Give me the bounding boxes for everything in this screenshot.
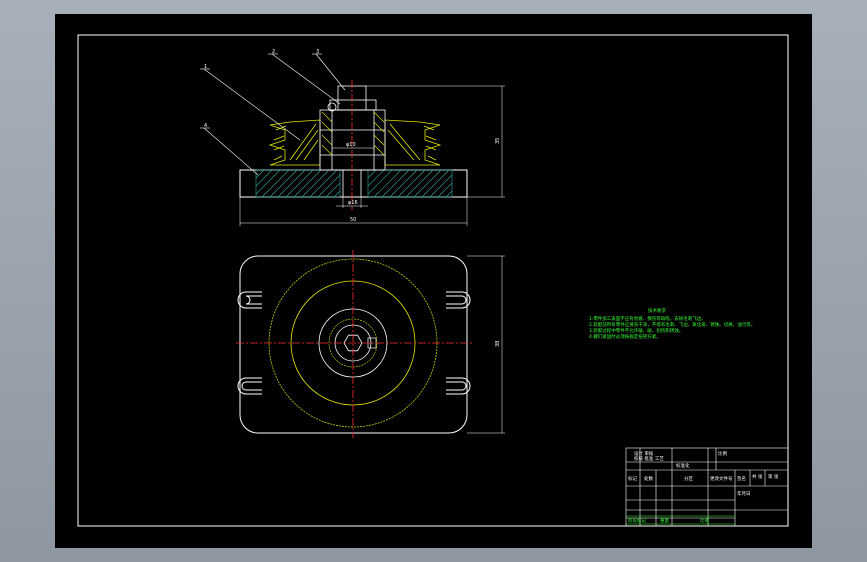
dim-inner: φ10 bbox=[346, 142, 356, 148]
part-number-1: 1 bbox=[204, 64, 207, 70]
dim-bore: φ16 bbox=[348, 200, 358, 206]
title-footer-weight: 重量 bbox=[660, 517, 669, 524]
title-label-date: 年月日 bbox=[737, 490, 751, 497]
title-footer-scale: 比例 bbox=[700, 517, 709, 524]
title-footer-stage: 阶段标记 bbox=[628, 517, 646, 524]
title-cell-sheets: 共 张 bbox=[752, 473, 763, 480]
title-row-1: 设计 审核 bbox=[634, 450, 654, 457]
dim-height: 35 bbox=[495, 138, 501, 144]
title-label-mark: 标记 bbox=[628, 475, 637, 482]
title-row-2: 校核 批准 工艺 bbox=[634, 455, 664, 462]
title-label-change: 更改文件号 bbox=[710, 475, 733, 482]
tech-req-title: 技术要求 bbox=[648, 307, 666, 314]
title-cell-sheet-no: 第 张 bbox=[768, 473, 779, 480]
title-label-sign: 签名 bbox=[737, 475, 746, 482]
tech-req-line-3: 3.装配过程中零件不允许磕、碰、划伤和锈蚀。 bbox=[589, 327, 683, 334]
dim-plan-height: 38 bbox=[495, 341, 501, 347]
part-number-2: 2 bbox=[272, 49, 275, 55]
tech-req-line-4: 4.螺钉紧固时必须按规定扭矩拧紧。 bbox=[589, 333, 661, 340]
title-label-zone: 分区 bbox=[684, 475, 693, 482]
part-number-4: 4 bbox=[204, 123, 207, 129]
tech-req-line-1: 1.零件加工表面不应有划痕、擦伤等缺陷，去除毛刺飞边。 bbox=[589, 315, 706, 322]
tech-req-line-2: 2.装配前所有零件应清洗干净，不得有毛刺、飞边、氧化皮、锈蚀、切屑、油污等。 bbox=[589, 321, 755, 328]
title-row-3: 标准化 bbox=[676, 462, 690, 469]
title-label-count: 处数 bbox=[644, 475, 653, 482]
title-cell-scale: 比例 bbox=[718, 450, 727, 457]
dim-width: 50 bbox=[350, 217, 356, 223]
drawing-canvas: 35 φ16 φ10 50 1 2 3 4 38 技术要求 1.零件加工表面不应… bbox=[55, 14, 812, 548]
part-number-3: 3 bbox=[316, 49, 319, 55]
drawing-sheet bbox=[55, 14, 812, 548]
